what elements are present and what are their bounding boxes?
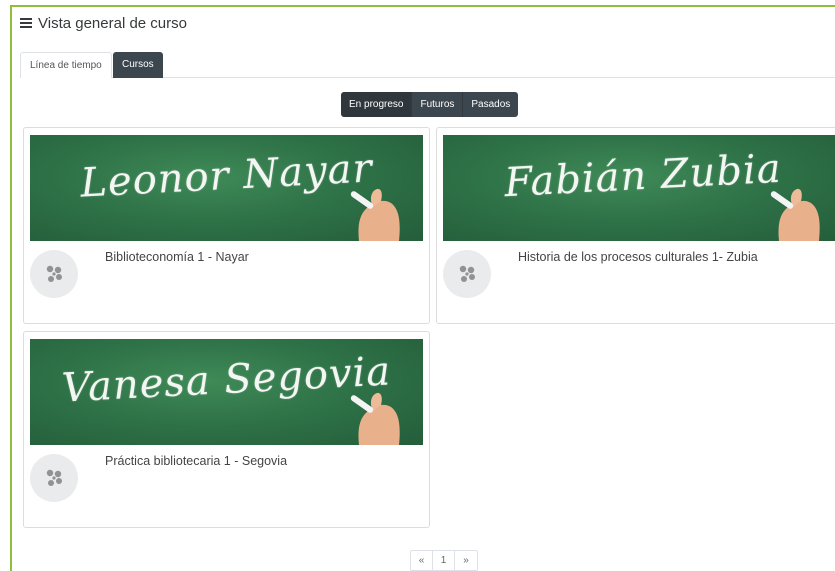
- course-icon: [443, 250, 491, 298]
- hand-chalk-icon: [770, 188, 820, 241]
- course-card[interactable]: Vanesa Segovia Práctica bibliotecaria 1 …: [23, 331, 430, 528]
- filter-in-progress-button[interactable]: En progreso: [341, 92, 413, 117]
- page-number-button[interactable]: 1: [433, 551, 455, 571]
- prev-page-button[interactable]: «: [411, 551, 433, 571]
- course-banner-image[interactable]: Fabián Zubia: [443, 135, 835, 241]
- course-icon: [30, 454, 78, 502]
- course-name-link[interactable]: Biblioteconomía 1 - Nayar: [105, 250, 249, 264]
- course-name-link[interactable]: Práctica bibliotecaria 1 - Segovia: [105, 454, 287, 468]
- tab-bar: Línea de tiempo Cursos: [20, 52, 835, 78]
- hand-chalk-icon: [350, 392, 400, 445]
- block-title: Vista general de curso: [38, 14, 187, 32]
- course-card[interactable]: Fabián Zubia Historia de los procesos cu…: [436, 127, 835, 324]
- tab-courses[interactable]: Cursos: [113, 52, 163, 78]
- hamburger-icon: [20, 18, 32, 28]
- course-icon: [30, 250, 78, 298]
- pagination: « 1 »: [410, 550, 478, 571]
- course-card[interactable]: Leonor Nayar Biblioteconomía 1 - Nayar: [23, 127, 430, 324]
- course-banner-image[interactable]: Leonor Nayar: [30, 135, 423, 241]
- hand-chalk-icon: [350, 188, 400, 241]
- course-filter-group: En progreso Futuros Pasados: [341, 92, 519, 117]
- block-header: Vista general de curso: [20, 12, 187, 34]
- course-name-link[interactable]: Historia de los procesos culturales 1- Z…: [518, 250, 758, 264]
- next-page-button[interactable]: »: [455, 551, 477, 571]
- filter-future-button[interactable]: Futuros: [412, 92, 464, 117]
- tab-timeline[interactable]: Línea de tiempo: [20, 52, 112, 78]
- filter-past-button[interactable]: Pasados: [463, 92, 519, 117]
- course-banner-image[interactable]: Vanesa Segovia: [30, 339, 423, 445]
